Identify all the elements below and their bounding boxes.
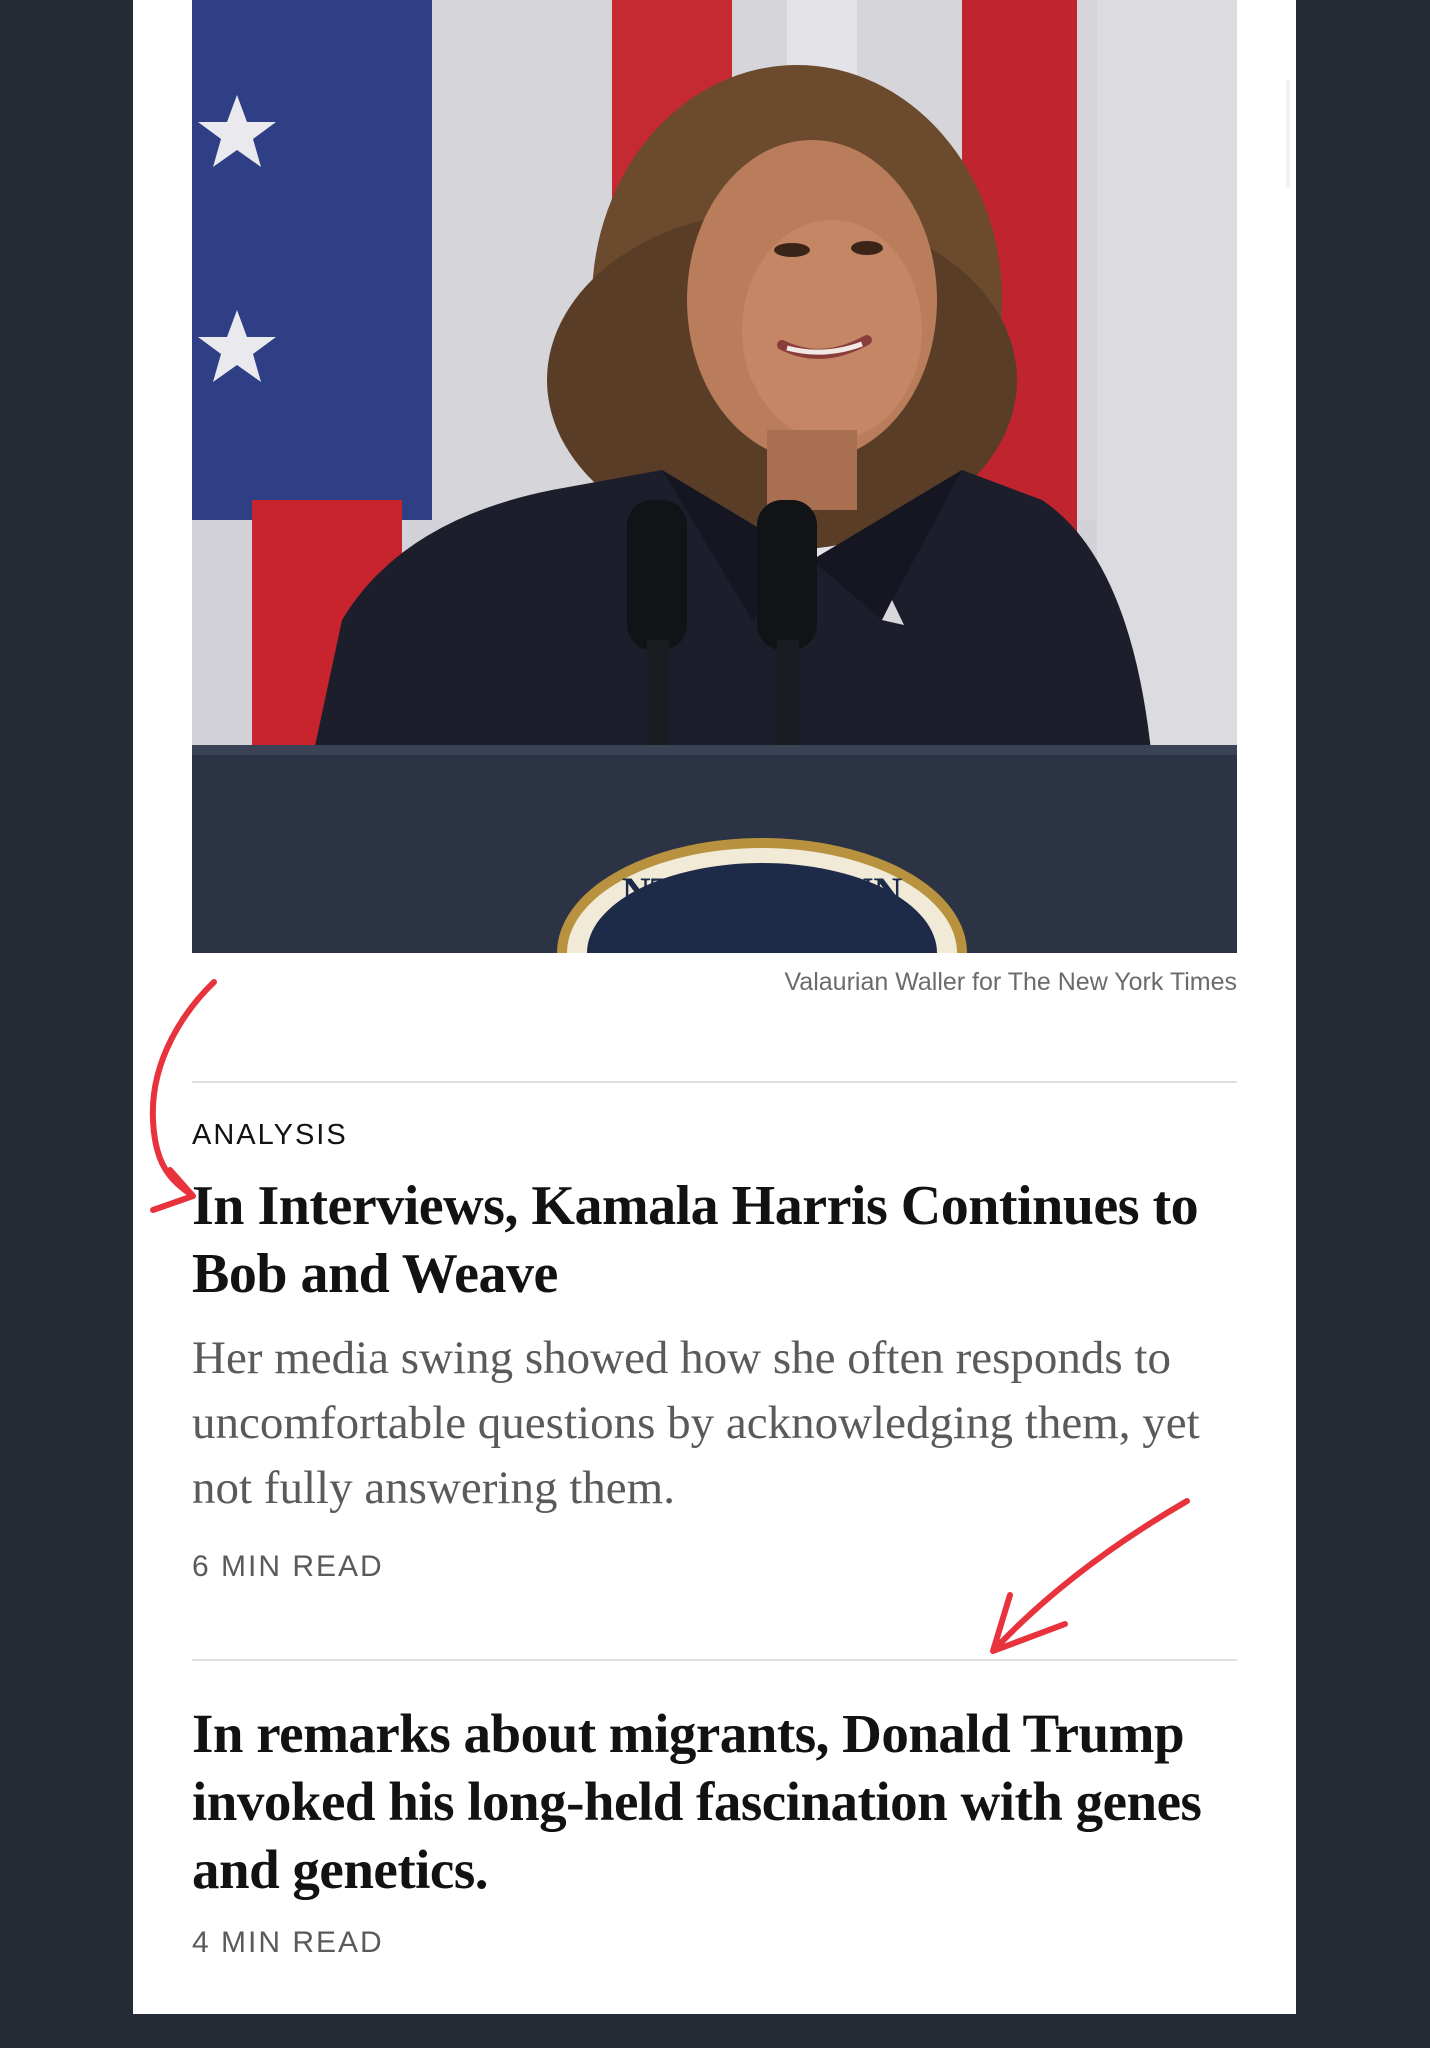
photo-credit: Valaurian Waller for The New York Times xyxy=(784,968,1237,996)
hero-photo[interactable]: NT OF THE UN xyxy=(192,0,1237,953)
divider xyxy=(192,1081,1237,1083)
article-headline-harris[interactable]: In Interviews, Kamala Harris Continues t… xyxy=(192,1172,1242,1308)
divider xyxy=(192,1659,1237,1661)
read-time: 4 MIN READ xyxy=(192,1926,384,1959)
article-headline-trump[interactable]: In remarks about migrants, Donald Trump … xyxy=(192,1700,1242,1904)
article-kicker: ANALYSIS xyxy=(192,1119,348,1151)
podium-seal-text: NT OF THE UN xyxy=(622,869,903,914)
read-time: 6 MIN READ xyxy=(192,1550,384,1583)
article-summary[interactable]: Her media swing showed how she often res… xyxy=(192,1326,1242,1521)
scroll-indicator[interactable] xyxy=(1286,80,1290,188)
